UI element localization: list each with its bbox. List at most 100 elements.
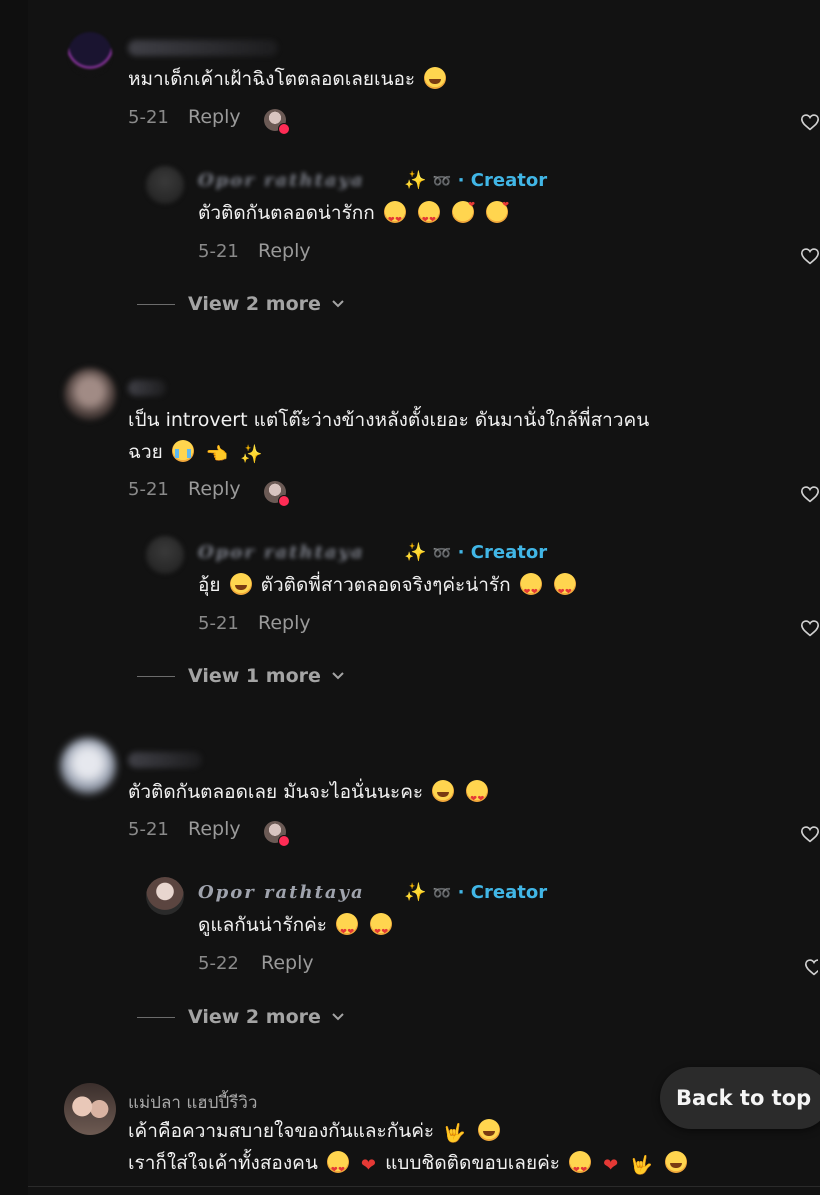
heart-badge-icon bbox=[278, 123, 290, 135]
reply-button[interactable]: Reply bbox=[188, 478, 241, 500]
kiss-emoji bbox=[451, 189, 475, 223]
reply-date: 5-22 bbox=[198, 953, 239, 974]
heart-eyes-emoji bbox=[417, 201, 440, 236]
view-more-replies[interactable]: View 2 more bbox=[137, 293, 345, 315]
creator-avatar[interactable] bbox=[146, 166, 184, 204]
reply-body: ตัวติดกันตลอดน่ารักก bbox=[198, 202, 375, 224]
creator-badge-label: · Creator bbox=[457, 882, 548, 903]
heart-outline-icon[interactable] bbox=[800, 825, 820, 843]
creator-liked-avatar bbox=[264, 821, 290, 847]
heart-eyes-emoji bbox=[519, 573, 542, 608]
divider-line bbox=[137, 675, 175, 677]
reply-text: อุ้ย ตัวติดพี่สาวตลอดจริงๆค่ะน่ารัก bbox=[198, 569, 579, 608]
heart-outline-icon[interactable] bbox=[800, 619, 820, 637]
sparkles-icon: ✨ bbox=[404, 170, 427, 191]
divider-line bbox=[137, 303, 175, 305]
heart-eyes-emoji bbox=[370, 913, 393, 948]
comment-body-line1: เป็น introvert แต่โต๊ะว่างข้างหลังตั้งเย… bbox=[128, 409, 650, 431]
heart-outline-icon[interactable] bbox=[800, 247, 820, 265]
comment-text: ตัวติดกันตลอดเลย มันจะไอนั่นนะคะ bbox=[128, 776, 491, 815]
comment-text: หมาเด็กเค้าเฝ้าฉิงโตตลอดเลยเนอะ bbox=[128, 63, 449, 95]
view-more-label: View 1 more bbox=[188, 665, 321, 687]
pointing-hand-emoji: 👈 bbox=[205, 444, 229, 465]
creator-name[interactable]: Opor rathtaya bbox=[198, 170, 365, 191]
creator-name[interactable]: Opor rathtaya bbox=[198, 882, 365, 903]
back-to-top-button[interactable]: Back to top bbox=[660, 1067, 820, 1129]
rock-on-hand-emoji: 🤟 bbox=[443, 1123, 466, 1144]
comment-date: 5-21 bbox=[128, 107, 169, 128]
divider-line bbox=[137, 1016, 175, 1018]
commenter-avatar[interactable] bbox=[64, 368, 116, 420]
heart-badge-icon bbox=[278, 495, 290, 507]
heart-eyes-emoji bbox=[466, 780, 489, 815]
red-heart-emoji: ❤ bbox=[603, 1155, 619, 1176]
grinning-emoji bbox=[664, 1151, 687, 1173]
sparkles-icon: ✨ bbox=[404, 542, 427, 563]
creator-badge: ✨ ➿ · Creator bbox=[404, 882, 547, 903]
comment-text-line2: ฉวย 👈 ✨ bbox=[128, 436, 266, 471]
reply-button[interactable]: Reply bbox=[258, 240, 311, 262]
loop-icon: ➿ bbox=[432, 544, 452, 562]
comment-text: เค้าคือความสบายใจของกันและกันค่ะ 🤟 bbox=[128, 1115, 503, 1150]
commenter-avatar[interactable] bbox=[68, 32, 112, 76]
loop-icon: ➿ bbox=[432, 172, 452, 190]
grinning-emoji bbox=[477, 1119, 500, 1141]
reply-body-start: อุ้ย bbox=[198, 574, 221, 596]
reply-text: ดูแลกันน่ารักค่ะ bbox=[198, 909, 395, 948]
blushing-emoji bbox=[229, 573, 252, 595]
heart-eyes-emoji bbox=[326, 1151, 349, 1186]
commenter-avatar[interactable] bbox=[64, 1083, 116, 1135]
reply-body-end: ตัวติดพี่สาวตลอดจริงๆค่ะน่ารัก bbox=[260, 574, 511, 596]
commenter-avatar[interactable] bbox=[60, 738, 116, 794]
comment-body: หมาเด็กเค้าเฝ้าฉิงโตตลอดเลยเนอะ bbox=[128, 68, 416, 90]
reply-date: 5-21 bbox=[198, 241, 239, 262]
heart-outline-icon[interactable] bbox=[800, 113, 820, 131]
reply-button[interactable]: Reply bbox=[188, 818, 241, 840]
creator-badge-label: · Creator bbox=[457, 542, 548, 563]
creator-liked-avatar bbox=[264, 481, 290, 507]
reply-text: ตัวติดกันตลอดน่ารักก bbox=[198, 189, 511, 236]
loop-icon: ➿ bbox=[432, 884, 452, 902]
creator-avatar[interactable] bbox=[146, 877, 184, 915]
creator-badge: ✨ ➿ · Creator bbox=[404, 170, 547, 191]
divider-line bbox=[28, 1186, 820, 1187]
heart-outline-icon[interactable] bbox=[804, 958, 818, 976]
sparkles-emoji: ✨ bbox=[240, 444, 263, 465]
reply-button[interactable]: Reply bbox=[258, 612, 311, 634]
comment-text: เป็น introvert แต่โต๊ะว่างข้างหลังตั้งเย… bbox=[128, 404, 649, 436]
view-more-label: View 2 more bbox=[188, 293, 321, 315]
comment-body-line2b: แบบชิดติดขอบเลยค่ะ bbox=[385, 1152, 560, 1174]
heart-outline-icon[interactable] bbox=[800, 485, 820, 503]
comment-date: 5-21 bbox=[128, 479, 169, 500]
red-heart-emoji: ❤ bbox=[360, 1155, 377, 1176]
view-more-replies[interactable]: View 2 more bbox=[137, 1006, 345, 1028]
chevron-down-icon bbox=[332, 672, 344, 680]
reply-button[interactable]: Reply bbox=[188, 106, 241, 128]
commenter-username-blurred[interactable] bbox=[128, 752, 202, 768]
commenter-username-blurred[interactable] bbox=[128, 380, 166, 396]
heart-badge-icon bbox=[278, 835, 290, 847]
rock-on-hand-emoji: 🤟 bbox=[630, 1155, 653, 1176]
reply-button[interactable]: Reply bbox=[261, 952, 314, 974]
laughing-emoji bbox=[424, 67, 447, 89]
comment-body-line1: เค้าคือความสบายใจของกันและกันค่ะ bbox=[128, 1120, 435, 1142]
blushing-emoji bbox=[432, 780, 455, 802]
comment-text-line2: เราก็ใส่ใจเค้าทั้งสองคน ❤ แบบชิดติดขอบเล… bbox=[128, 1147, 690, 1186]
creator-badge: ✨ ➿ · Creator bbox=[404, 542, 547, 563]
reply-date: 5-21 bbox=[198, 613, 239, 634]
comment-body-line2a: เราก็ใส่ใจเค้าทั้งสองคน bbox=[128, 1152, 318, 1174]
commenter-username-blurred[interactable] bbox=[128, 40, 278, 56]
heart-eyes-emoji bbox=[383, 201, 406, 236]
view-more-replies[interactable]: View 1 more bbox=[137, 665, 345, 687]
comment-date: 5-21 bbox=[128, 819, 169, 840]
sob-emoji bbox=[171, 440, 194, 462]
commenter-username[interactable]: แม่ปลา แฮปปี้รีวิว bbox=[128, 1089, 257, 1116]
view-more-label: View 2 more bbox=[188, 1006, 321, 1028]
creator-avatar[interactable] bbox=[146, 536, 184, 574]
creator-name[interactable]: Opor rathtaya bbox=[198, 542, 365, 563]
sparkles-icon: ✨ bbox=[404, 882, 427, 903]
heart-eyes-emoji bbox=[336, 913, 359, 948]
creator-badge-label: · Creator bbox=[457, 170, 548, 191]
comment-body: ตัวติดกันตลอดเลย มันจะไอนั่นนะคะ bbox=[128, 781, 424, 803]
chevron-down-icon bbox=[332, 1013, 344, 1021]
